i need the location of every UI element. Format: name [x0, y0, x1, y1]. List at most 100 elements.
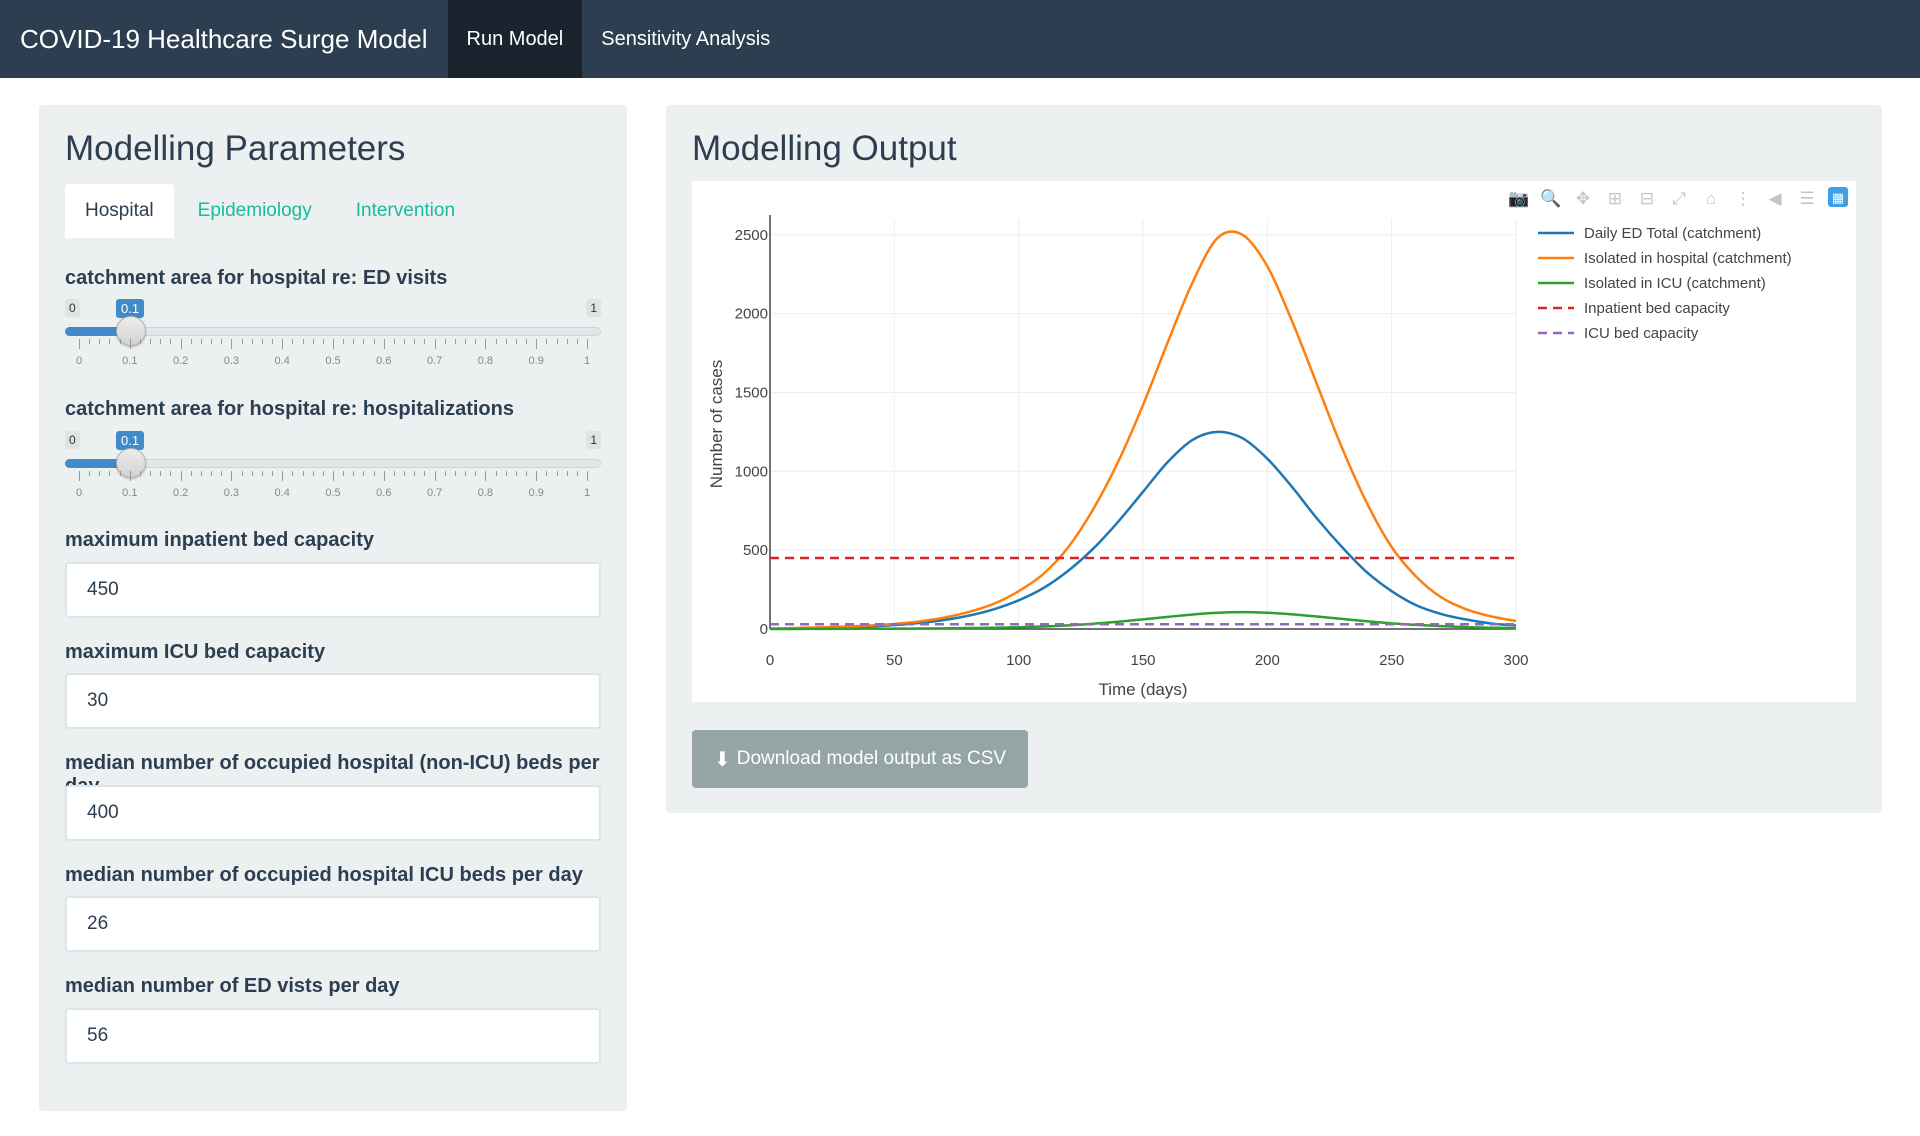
slider-min-label: 0	[65, 431, 80, 449]
x-tick-label: 100	[1006, 652, 1031, 669]
slider-tick	[587, 339, 588, 349]
y-tick-label: 0	[760, 621, 768, 638]
slider-tick	[495, 339, 497, 344]
legend-label: ICU bed capacity	[1584, 325, 1699, 342]
slider-tick	[505, 471, 507, 476]
x-tick-label: 300	[1503, 652, 1528, 669]
x-tick-label: 250	[1379, 652, 1404, 669]
hosp-catchment-slider[interactable]: 0 0.1 1 0 0.1 0.2 0.3 0.4 0.5 0.6 0.7 0.8 0.9 1	[65, 431, 601, 511]
slider-tick-label: 0.1	[122, 355, 138, 367]
slider-tick	[465, 339, 467, 344]
ed-visits-input[interactable]: 56	[65, 1008, 601, 1064]
slider-tick	[475, 471, 477, 476]
slider-tick-label: 0.1	[122, 487, 138, 499]
occupied-beds-input[interactable]: 400	[65, 785, 601, 841]
modelling-parameters-panel: Modelling Parameters Hospital Epidemiolo…	[39, 105, 627, 1111]
slider-tick	[99, 339, 101, 344]
hosp-catchment-label: catchment area for hospital re: hospital…	[65, 398, 514, 420]
slider-tick	[312, 471, 314, 476]
slider-max-label: 1	[586, 299, 601, 317]
slider-tick-label: 0.7	[426, 487, 443, 499]
slider-tick-label: 0.9	[528, 355, 544, 367]
slider-tick	[302, 471, 304, 476]
slider-tick	[292, 339, 294, 344]
y-tick-label: 2000	[735, 306, 768, 323]
slider-tick	[485, 471, 487, 481]
x-axis-title: Time (days)	[1098, 680, 1187, 699]
ed-catchment-slider[interactable]: 0 0.1 1 0 0.1 0.2 0.3 0.4 0.5 0.6 0.7 0.8 0.9 1	[65, 299, 601, 379]
slider-tick	[495, 471, 497, 476]
slider-tick	[180, 339, 182, 349]
slider-tick-label: 0.8	[477, 487, 494, 499]
occupied-icu-input[interactable]: 26	[65, 896, 601, 952]
slider-tick	[129, 339, 131, 349]
slider-tick	[434, 339, 436, 349]
nav-run-model[interactable]: Run Model	[447, 0, 583, 78]
slider-tick-label: 0.8	[477, 355, 494, 367]
navbar: COVID-19 Healthcare Surge Model Run Mode…	[0, 0, 1920, 78]
slider-tick	[180, 471, 182, 481]
inpatient-capacity-input[interactable]: 450	[65, 562, 601, 618]
slider-tick	[89, 339, 91, 344]
slider-tick	[79, 339, 80, 349]
download-icon: ⬇	[713, 748, 731, 771]
plot-container: 📷 🔍 ✥ ⊞ ⊟ ⤢ ⌂ ⋮ ◀ ☰ ▦ 0 50 100 150 200 250 300…	[692, 181, 1856, 702]
slider-tick	[79, 471, 80, 481]
line-chart[interactable]: 0 50 100 150 200 250 300 0 500 1000 1500 2000 2500 Ti…	[692, 181, 1856, 702]
slider-min-label: 0	[65, 299, 80, 317]
ed-visits-label: median number of ED vists per day	[65, 975, 400, 997]
slider-tick	[363, 471, 365, 476]
legend-label: Inpatient bed capacity	[1584, 300, 1730, 317]
slider-tick	[576, 471, 578, 476]
slider-tick	[160, 339, 162, 344]
slider-tick	[454, 471, 456, 476]
slider-tick	[231, 339, 233, 349]
y-tick-label: 1000	[735, 463, 768, 480]
slider-tick	[475, 339, 477, 344]
slider-tick	[353, 339, 355, 344]
slider-tick	[322, 471, 324, 476]
slider-tick	[536, 339, 538, 349]
slider-tick-label: 0	[75, 487, 83, 499]
slider-tick	[424, 339, 426, 344]
x-tick-label: 0	[766, 652, 774, 669]
slider-tick-label: 0.3	[223, 355, 240, 367]
slider-tick	[515, 339, 517, 344]
slider-tick-label: 1	[583, 355, 591, 367]
slider-tick	[465, 471, 467, 476]
icu-capacity-input[interactable]: 30	[65, 673, 601, 729]
slider-tick	[404, 471, 406, 476]
slider-tick	[190, 339, 192, 344]
app-brand[interactable]: COVID-19 Healthcare Surge Model	[0, 0, 448, 78]
tab-hospital[interactable]: Hospital	[65, 184, 174, 238]
slider-tick	[536, 471, 538, 481]
slider-tick	[434, 471, 436, 481]
slider-tick	[404, 339, 406, 344]
slider-ticks	[65, 471, 601, 483]
slider-tick	[587, 471, 588, 481]
download-csv-button[interactable]: ⬇ Download model output as CSV	[692, 730, 1028, 788]
slider-tick	[333, 339, 334, 349]
occupied-icu-label: median number of occupied hospital ICU b…	[65, 864, 583, 886]
nav-sensitivity-analysis[interactable]: Sensitivity Analysis	[582, 0, 789, 78]
slider-tick-label: 0	[75, 355, 83, 367]
download-label: Download model output as CSV	[736, 748, 1007, 769]
slider-tick-label: 0.7	[426, 355, 443, 367]
x-tick-label: 50	[886, 652, 903, 669]
slider-tick	[576, 339, 578, 344]
slider-tick-label: 0.9	[528, 487, 544, 499]
x-tick-label: 200	[1255, 652, 1280, 669]
slider-tick	[333, 471, 334, 481]
slider-tick	[444, 471, 446, 476]
slider-tick	[556, 339, 558, 344]
slider-tick	[302, 339, 304, 344]
tab-intervention[interactable]: Intervention	[336, 184, 475, 238]
modelling-output-panel: Modelling Output 📷 🔍 ✥ ⊞ ⊟ ⤢ ⌂ ⋮ ◀ ☰ ▦ 0…	[666, 105, 1882, 813]
slider-tick	[200, 471, 202, 476]
y-tick-label: 1500	[735, 384, 768, 401]
tab-epidemiology[interactable]: Epidemiology	[178, 184, 332, 238]
slider-tick	[343, 339, 345, 344]
slider-tick	[211, 339, 213, 344]
slider-tick	[150, 471, 152, 476]
slider-tick	[99, 471, 101, 476]
